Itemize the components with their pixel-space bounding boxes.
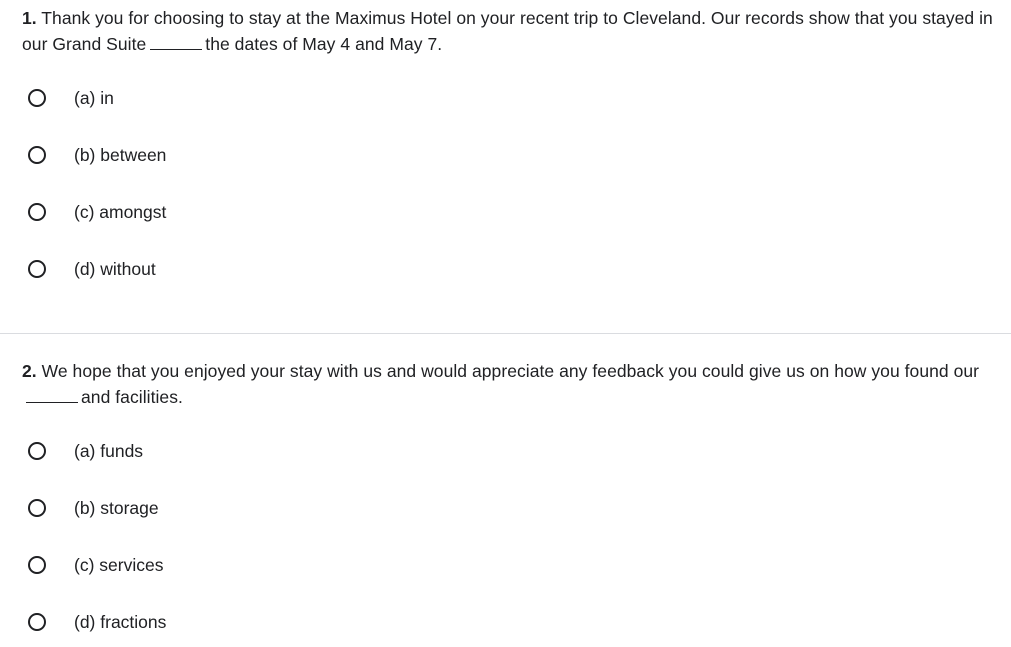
option-label: (d) fractions — [74, 611, 167, 632]
question-number: 2. — [22, 361, 37, 381]
option-label: (c) services — [74, 554, 164, 575]
option-label: (a) funds — [74, 440, 144, 461]
question-text-before: We hope that you enjoyed your stay with … — [36, 361, 980, 381]
option-label: (b) between — [74, 144, 167, 165]
option-q1-c[interactable]: (c) amongst — [28, 196, 166, 228]
option-q2-d[interactable]: (d) fractions — [28, 606, 166, 638]
radio-button[interactable] — [28, 499, 46, 517]
option-q2-a[interactable]: (a) funds — [28, 435, 143, 467]
question-1-text: 1. Thank you for choosing to stay at the… — [22, 5, 997, 57]
option-q2-c[interactable]: (c) services — [28, 549, 163, 581]
option-label: (d) without — [74, 258, 156, 279]
option-q1-a[interactable]: (a) in — [28, 82, 114, 114]
question-text-after: and facilities. — [81, 387, 183, 407]
question-2-text: 2. We hope that you enjoyed your stay wi… — [22, 358, 997, 410]
option-label: (c) amongst — [74, 201, 167, 222]
radio-button[interactable] — [28, 203, 46, 221]
answer-blank — [150, 35, 203, 50]
radio-button[interactable] — [28, 442, 46, 460]
question-text-after: the dates of May 4 and May 7. — [205, 34, 443, 54]
option-q1-d[interactable]: (d) without — [28, 253, 156, 285]
question-number: 1. — [22, 8, 37, 28]
radio-button[interactable] — [28, 89, 46, 107]
radio-button[interactable] — [28, 146, 46, 164]
option-q1-b[interactable]: (b) between — [28, 139, 166, 171]
option-label: (a) in — [74, 87, 114, 108]
radio-button[interactable] — [28, 260, 46, 278]
option-label: (b) storage — [74, 497, 159, 518]
radio-button[interactable] — [28, 556, 46, 574]
radio-button[interactable] — [28, 613, 46, 631]
question-divider — [0, 333, 1011, 334]
option-q2-b[interactable]: (b) storage — [28, 492, 159, 524]
answer-blank — [26, 388, 78, 403]
